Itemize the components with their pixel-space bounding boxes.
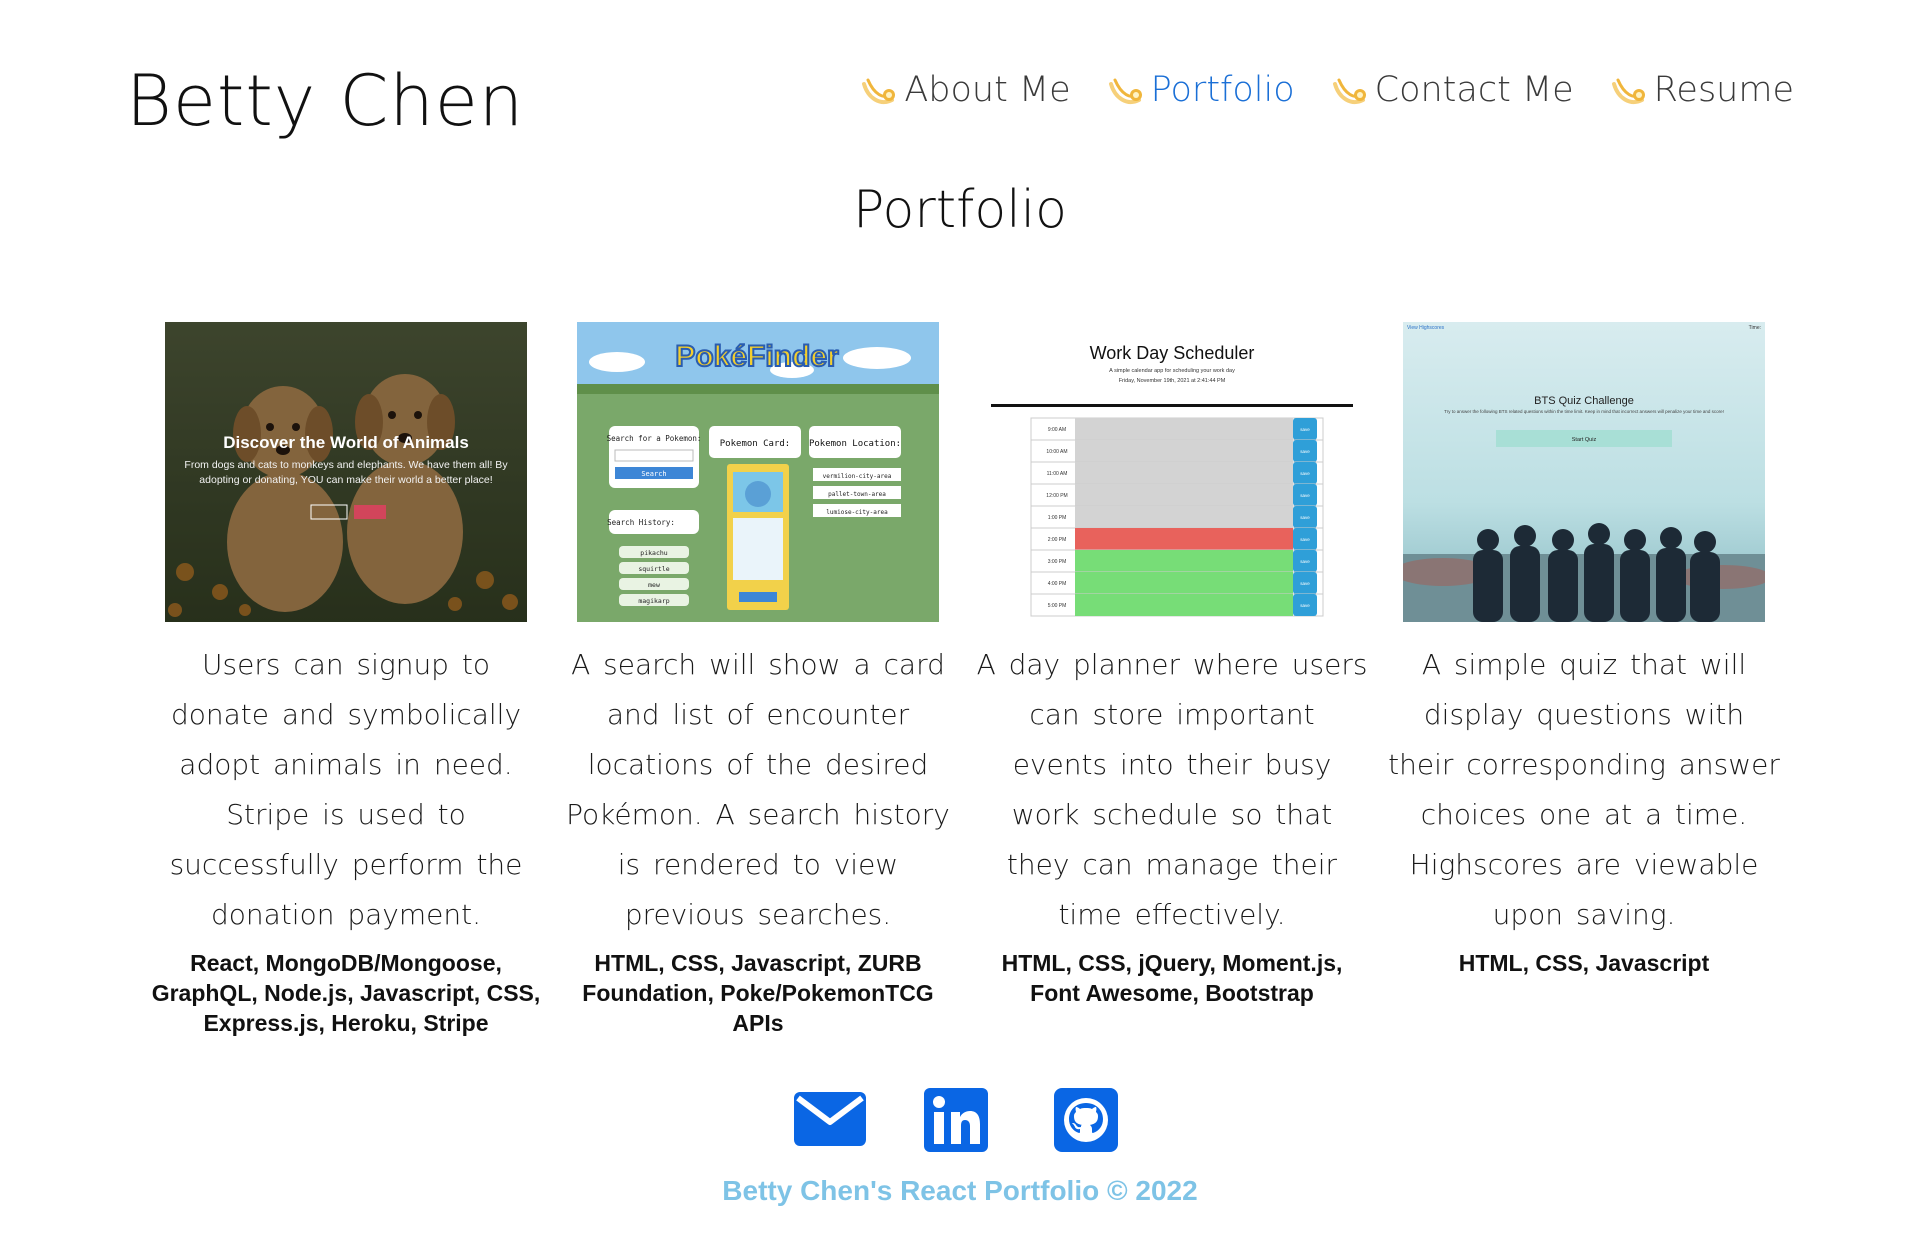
project-description: A simple quiz that will display question… <box>1388 648 1780 931</box>
thumb-date: Friday, November 19th, 2021 at 2:41:44 P… <box>1119 378 1226 384</box>
save-label: save <box>1300 537 1310 542</box>
location-item: lumiose-city-area <box>826 509 888 516</box>
project-screenshot-link[interactable]: PokéFinder Search for a Pokemon: Search … <box>577 322 939 622</box>
quiz-screenshot: View Highscores Time: BTS Quiz Challenge… <box>1403 322 1765 622</box>
hour-label: 4:00 PM <box>1048 581 1067 587</box>
nav-resume[interactable]: Resume <box>1608 70 1794 110</box>
project-description: A day planner where users can store impo… <box>976 648 1368 931</box>
animals-screenshot: Discover the World of Animals From dogs … <box>165 322 527 622</box>
nav-about-me[interactable]: About Me <box>858 70 1071 110</box>
save-label: save <box>1300 493 1310 498</box>
hour-label: 3:00 PM <box>1048 559 1067 565</box>
save-label: save <box>1300 603 1310 608</box>
pokefinder-screenshot: PokéFinder Search for a Pokemon: Search … <box>577 322 939 622</box>
site-brand: Betty Chen <box>126 60 525 142</box>
social-links <box>0 1088 1920 1152</box>
project-description: A search will show a card and list of en… <box>566 648 950 931</box>
sparkle-comet-icon <box>1611 78 1645 104</box>
hour-label: 5:00 PM <box>1048 603 1067 609</box>
thumb-start-button: Start Quiz <box>1572 437 1597 443</box>
hour-label: 1:00 PM <box>1048 515 1067 521</box>
email-link[interactable] <box>794 1088 866 1150</box>
project-grid: Discover the World of Animals From dogs … <box>150 322 1780 1036</box>
thumb-card-label: Pokemon Card: <box>720 439 790 449</box>
scheduler-screenshot: Work Day Scheduler A simple calendar app… <box>991 322 1353 622</box>
project-tech-stack: HTML, CSS, jQuery, Moment.js, Font Aweso… <box>1001 950 1343 1006</box>
hour-label: 12:00 PM <box>1046 493 1067 499</box>
footer-copyright: Betty Chen's React Portfolio © 2022 <box>722 1175 1198 1206</box>
main-nav: About Me Portfolio Contact Me Resume <box>858 70 1794 110</box>
project-screenshot-link[interactable]: Work Day Scheduler A simple calendar app… <box>991 322 1353 622</box>
hour-label: 11:00 AM <box>1047 471 1068 477</box>
project-tech-stack: HTML, CSS, Javascript, ZURB Foundation, … <box>582 950 934 1036</box>
thumb-location-label: Pokemon Location: <box>809 439 901 449</box>
nav-portfolio[interactable]: Portfolio <box>1105 70 1295 110</box>
location-item: vermilion-city-area <box>823 473 892 480</box>
thumb-search-button: Search <box>641 470 666 478</box>
project-description: Users can signup to donate and symbolica… <box>169 648 523 931</box>
project-card-quiz: View Highscores Time: BTS Quiz Challenge… <box>1388 322 1780 978</box>
save-label: save <box>1300 515 1310 520</box>
thumb-heading: Discover the World of Animals <box>223 433 469 452</box>
thumb-timer: Time: <box>1749 325 1761 331</box>
nav-label: Portfolio <box>1150 70 1295 110</box>
project-card-scheduler: Work Day Scheduler A simple calendar app… <box>976 322 1368 1008</box>
envelope-icon <box>794 1092 866 1146</box>
save-label: save <box>1300 581 1310 586</box>
location-item: pallet-town-area <box>828 491 886 498</box>
history-item: squirtle <box>638 565 669 573</box>
github-icon <box>1054 1088 1118 1152</box>
thumb-title: BTS Quiz Challenge <box>1534 395 1634 407</box>
project-card-animals: Discover the World of Animals From dogs … <box>150 322 542 1038</box>
save-label: save <box>1300 449 1310 454</box>
thumb-title: Work Day Scheduler <box>1090 343 1255 363</box>
thumb-search-label: Search for a Pokemon: <box>607 434 702 443</box>
hour-label: 2:00 PM <box>1048 537 1067 543</box>
thumb-subtitle: A simple calendar app for scheduling you… <box>1109 368 1235 374</box>
project-tech-stack: HTML, CSS, Javascript <box>1458 950 1710 976</box>
save-label: save <box>1300 559 1310 564</box>
thumb-text: From dogs and cats to monkeys and elepha… <box>184 459 508 486</box>
history-item: pikachu <box>640 549 667 557</box>
linkedin-icon <box>924 1088 988 1152</box>
history-item: magikarp <box>638 597 669 605</box>
thumb-logo: PokéFinder <box>675 340 839 373</box>
nav-contact-me[interactable]: Contact Me <box>1329 70 1574 110</box>
nav-label: Contact Me <box>1374 70 1574 110</box>
thumb-text: Try to answer the following BTS related … <box>1444 409 1724 414</box>
project-tech-stack: React, MongoDB/Mongoose, GraphQL, Node.j… <box>151 950 541 1036</box>
sparkle-comet-icon <box>1108 78 1142 104</box>
hour-label: 10:00 AM <box>1046 449 1067 455</box>
hour-label: 9:00 AM <box>1048 427 1066 433</box>
sparkle-comet-icon <box>1332 78 1366 104</box>
nav-label: About Me <box>904 70 1071 110</box>
project-screenshot-link[interactable]: View Highscores Time: BTS Quiz Challenge… <box>1403 322 1765 622</box>
github-link[interactable] <box>1054 1088 1126 1152</box>
linkedin-link[interactable] <box>924 1088 996 1152</box>
save-label: save <box>1300 471 1310 476</box>
sparkle-comet-icon <box>862 78 896 104</box>
thumb-highscores-link: View Highscores <box>1407 325 1445 331</box>
save-label: save <box>1300 427 1310 432</box>
project-screenshot-link[interactable]: Discover the World of Animals From dogs … <box>165 322 527 622</box>
project-card-pokefinder: PokéFinder Search for a Pokemon: Search … <box>562 322 954 1038</box>
page-title: Portfolio <box>853 180 1067 240</box>
history-item: mew <box>648 581 660 589</box>
nav-label: Resume <box>1653 70 1794 110</box>
thumb-history-label: Search History: <box>607 518 675 527</box>
